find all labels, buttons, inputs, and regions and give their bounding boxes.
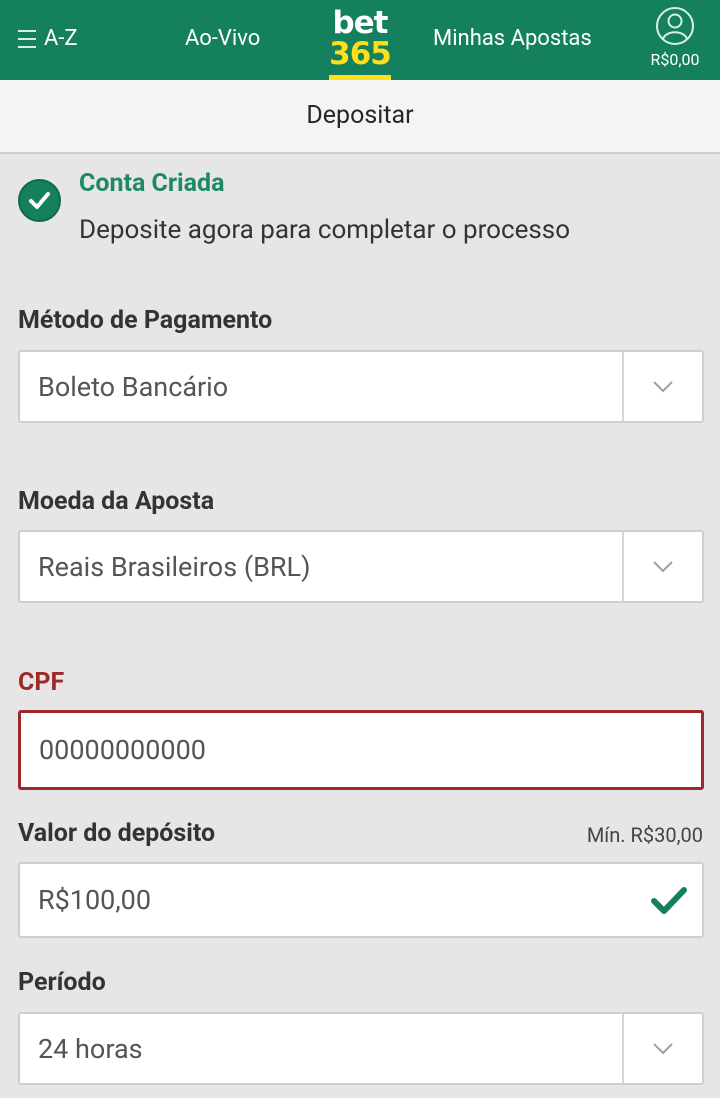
- valid-check-icon: [651, 887, 687, 914]
- chevron-down-icon: [653, 381, 673, 393]
- period-dropdown-toggle[interactable]: [622, 1014, 702, 1083]
- cpf-input[interactable]: 00000000000: [18, 710, 704, 790]
- bet365-logo[interactable]: bet 365: [329, 5, 392, 80]
- deposit-amount-label: Valor do depósito: [18, 819, 216, 848]
- payment-method-value: Boleto Bancário: [38, 370, 229, 403]
- logo-top-text: bet: [332, 5, 388, 41]
- hamburger-icon: [18, 29, 36, 48]
- cpf-label: CPF: [18, 668, 65, 697]
- period-select[interactable]: 24 horas: [18, 1012, 704, 1085]
- payment-method-dropdown-toggle[interactable]: [622, 352, 702, 421]
- payment-method-select[interactable]: Boleto Bancário: [18, 350, 704, 423]
- cpf-value: 00000000000: [39, 734, 206, 766]
- period-label: Período: [18, 968, 106, 997]
- success-message: Deposite agora para completar o processo: [79, 215, 571, 245]
- user-icon: [656, 7, 694, 45]
- account-balance: R$0,00: [650, 50, 700, 69]
- chevron-down-icon: [653, 1043, 673, 1055]
- top-bar: A-Z Ao-Vivo bet 365 Minhas Apostas R$0,0…: [0, 0, 720, 80]
- deposit-amount-value: R$100,00: [38, 884, 151, 916]
- az-label: A-Z: [44, 26, 78, 51]
- live-nav-link[interactable]: Ao-Vivo: [185, 26, 260, 51]
- success-check-icon: [18, 179, 61, 222]
- success-title: Conta Criada: [79, 169, 225, 198]
- chevron-down-icon: [653, 561, 673, 573]
- payment-method-label: Método de Pagamento: [18, 306, 273, 335]
- currency-value: Reais Brasileiros (BRL): [38, 550, 311, 583]
- currency-label: Moeda da Aposta: [18, 487, 215, 516]
- account-button[interactable]: R$0,00: [640, 6, 710, 76]
- az-menu-button[interactable]: A-Z: [18, 26, 78, 51]
- my-bets-nav-link[interactable]: Minhas Apostas: [433, 26, 592, 51]
- currency-select[interactable]: Reais Brasileiros (BRL): [18, 530, 704, 603]
- logo-bottom-text: 365: [329, 36, 392, 72]
- minimum-amount-hint: Mín. R$30,00: [586, 823, 703, 847]
- page-title: Depositar: [0, 80, 720, 154]
- currency-dropdown-toggle[interactable]: [622, 532, 702, 601]
- period-value: 24 horas: [38, 1032, 143, 1065]
- deposit-amount-input[interactable]: R$100,00: [18, 862, 704, 938]
